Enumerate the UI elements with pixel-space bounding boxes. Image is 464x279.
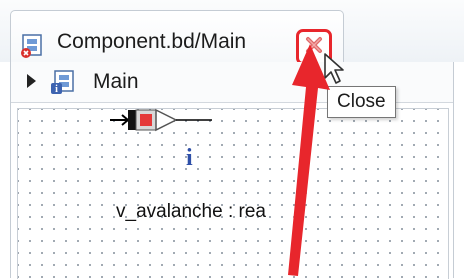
block-diagram-error-icon — [19, 33, 45, 59]
diagram-canvas[interactable] — [17, 108, 449, 279]
flow-port-element[interactable] — [108, 100, 218, 140]
breadcrumb-main[interactable]: Main — [93, 70, 139, 94]
tab-title: Component.bd/Main — [57, 30, 247, 53]
red-arrow-annotation — [288, 44, 330, 276]
info-icon: i — [186, 145, 193, 171]
port-label: v_avalanche : rea — [116, 201, 266, 222]
editor-tab-strip: Component.bd/Main — [0, 0, 464, 65]
block-diagram-info-icon: i — [49, 68, 77, 96]
expand-arrow-icon[interactable] — [27, 74, 36, 88]
svg-text:i: i — [55, 84, 58, 95]
